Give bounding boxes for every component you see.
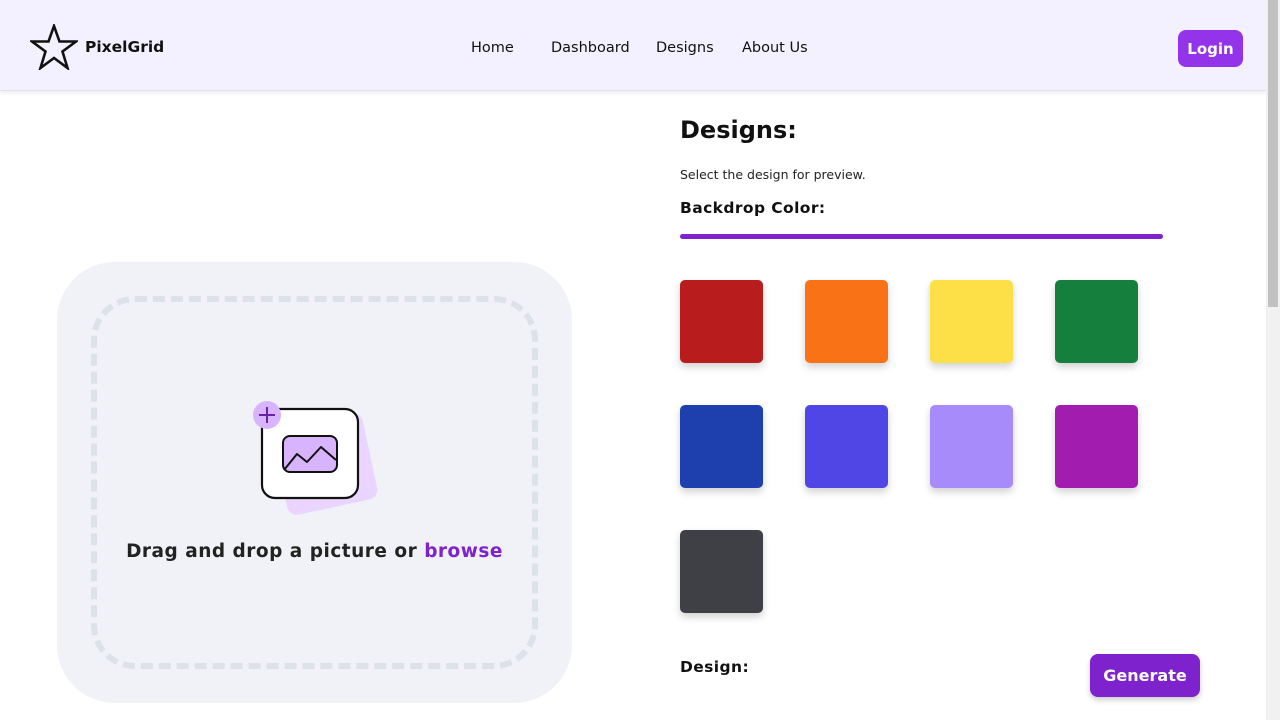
top-nav-bar: PixelGrid Home Dashboard Designs About U… <box>0 0 1266 91</box>
color-swatch-charcoal[interactable] <box>680 530 763 613</box>
color-swatch-lavender[interactable] <box>930 405 1013 488</box>
scrollbar-thumb[interactable] <box>1268 0 1278 307</box>
nav-dashboard[interactable]: Dashboard <box>551 40 630 56</box>
brand-name: PixelGrid <box>85 38 165 56</box>
upload-dropzone[interactable]: Drag and drop a picture or browse <box>57 262 572 703</box>
color-swatch-yellow[interactable] <box>930 280 1013 363</box>
nav-home[interactable]: Home <box>471 40 514 56</box>
page-scrollbar[interactable] <box>1266 0 1280 720</box>
color-swatch-green[interactable] <box>1055 280 1138 363</box>
section-divider <box>680 234 1163 239</box>
upload-prompt: Drag and drop a picture or <box>126 541 425 562</box>
nav-designs[interactable]: Designs <box>656 40 714 56</box>
browse-link[interactable]: browse <box>424 541 503 562</box>
nav-about-us[interactable]: About Us <box>742 40 808 56</box>
brand-logo[interactable]: PixelGrid <box>30 24 164 70</box>
color-swatch-indigo[interactable] <box>805 405 888 488</box>
design-label: Design: <box>680 658 750 676</box>
backdrop-color-label: Backdrop Color: <box>680 199 826 217</box>
color-swatch-purple[interactable] <box>1055 405 1138 488</box>
upload-instructions: Drag and drop a picture or browse <box>57 541 572 562</box>
add-image-icon <box>253 401 378 515</box>
star-icon <box>30 24 78 70</box>
designs-title: Designs: <box>680 116 797 144</box>
generate-button[interactable]: Generate <box>1090 654 1200 697</box>
designs-subtitle: Select the design for preview. <box>680 167 866 182</box>
color-swatch-orange[interactable] <box>805 280 888 363</box>
color-swatch-blue[interactable] <box>680 405 763 488</box>
login-button[interactable]: Login <box>1178 30 1243 67</box>
color-swatch-red[interactable] <box>680 280 763 363</box>
